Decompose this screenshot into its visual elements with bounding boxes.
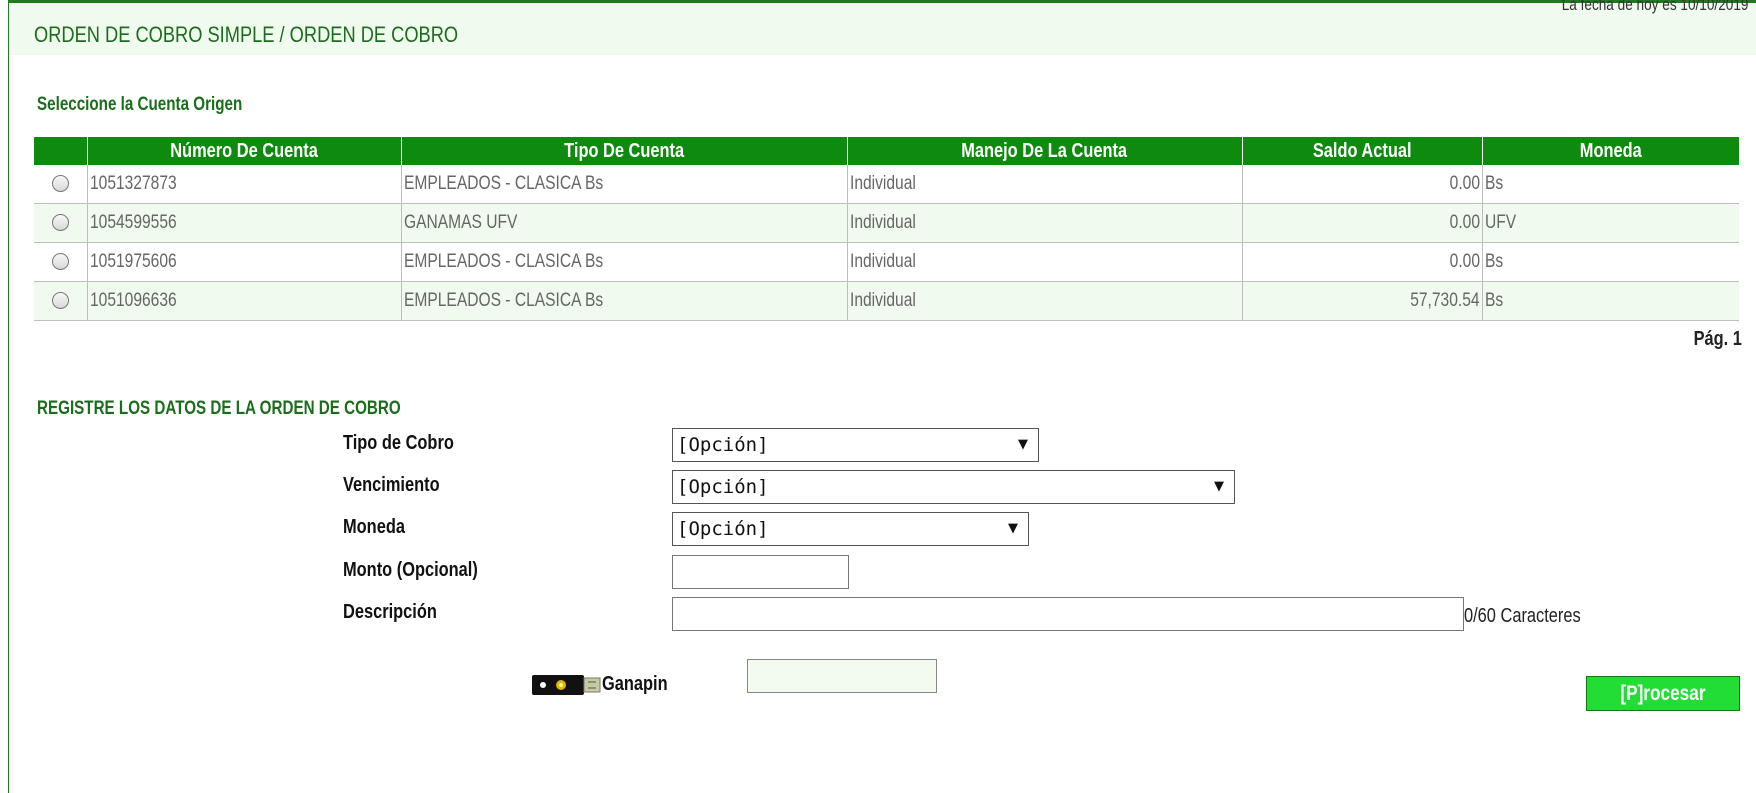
moneda-value: [Opción]: [677, 518, 769, 540]
moneda-select[interactable]: [Opción] ▼: [672, 512, 1029, 546]
tipo-cobro-value: [Opción]: [677, 434, 769, 456]
cell-manejo: Individual: [849, 173, 916, 194]
cell-tipo: EMPLEADOS - CLASICA Bs: [403, 251, 603, 272]
table-row[interactable]: 1051327873 EMPLEADOS - CLASICA Bs Indivi…: [34, 165, 1739, 204]
cell-manejo: Individual: [849, 212, 916, 233]
dropdown-arrow-icon: ▼: [1018, 437, 1028, 452]
column-saldo-actual[interactable]: Saldo Actual: [1242, 137, 1483, 165]
procesar-button-label: [P]rocesar: [1620, 682, 1706, 705]
cell-moneda: Bs: [1484, 173, 1503, 194]
column-manejo-cuenta[interactable]: Manejo De La Cuenta: [847, 137, 1243, 165]
cell-moneda: Bs: [1484, 251, 1503, 272]
vencimiento-select[interactable]: [Opción] ▼: [672, 470, 1235, 504]
cell-numero: 1051975606: [89, 251, 177, 272]
table-header-row: Número De Cuenta Tipo De Cuenta Manejo D…: [34, 137, 1740, 165]
pagination-label: Pág. 1: [1693, 328, 1742, 350]
page-title: ORDEN DE COBRO SIMPLE / ORDEN DE COBRO: [34, 22, 459, 47]
dropdown-arrow-icon: ▼: [1008, 521, 1018, 536]
cell-saldo: 57,730.54: [1410, 290, 1480, 311]
cell-saldo: 0.00: [1449, 212, 1480, 233]
ganapin-label: Ganapin: [602, 673, 668, 695]
column-tipo-cuenta[interactable]: Tipo De Cuenta: [401, 137, 848, 165]
column-numero-cuenta[interactable]: Número De Cuenta: [87, 137, 402, 165]
accounts-table: Número De Cuenta Tipo De Cuenta Manejo D…: [34, 137, 1740, 321]
account-radio[interactable]: [51, 214, 69, 232]
cell-tipo: EMPLEADOS - CLASICA Bs: [403, 173, 603, 194]
ganapin-input[interactable]: [747, 659, 937, 693]
cell-saldo: 0.00: [1449, 173, 1480, 194]
procesar-button[interactable]: [P]rocesar: [1586, 676, 1740, 711]
descripcion-input[interactable]: [672, 597, 1464, 631]
cell-numero: 1054599556: [89, 212, 177, 233]
cell-moneda: Bs: [1484, 290, 1503, 311]
cell-saldo: 0.00: [1449, 251, 1480, 272]
table-row[interactable]: 1054599556 GANAMAS UFV Individual 0.00 U…: [34, 203, 1739, 243]
cell-numero: 1051096636: [89, 290, 177, 311]
account-radio[interactable]: [51, 175, 69, 193]
tipo-cobro-select[interactable]: [Opción] ▼: [672, 428, 1039, 462]
form-section-label: REGISTRE LOS DATOS DE LA ORDEN DE COBRO: [37, 398, 401, 419]
cell-tipo: GANAMAS UFV: [403, 212, 517, 233]
date-text: La fecha de hoy es 10/10/2019: [1561, 0, 1748, 14]
cell-manejo: Individual: [849, 290, 916, 311]
cell-moneda: UFV: [1484, 212, 1516, 233]
descripcion-char-counter: 0/60 Caracteres: [1464, 605, 1581, 627]
tipo-cobro-label: Tipo de Cobro: [343, 432, 454, 454]
descripcion-label: Descripción: [343, 601, 437, 623]
monto-label: Monto (Opcional): [343, 559, 478, 581]
cell-tipo: EMPLEADOS - CLASICA Bs: [403, 290, 603, 311]
monto-input[interactable]: [672, 555, 849, 589]
vencimiento-value: [Opción]: [677, 476, 769, 498]
column-moneda[interactable]: Moneda: [1482, 137, 1740, 165]
account-radio[interactable]: [51, 292, 69, 310]
column-select: [34, 137, 88, 165]
table-row[interactable]: 1051096636 EMPLEADOS - CLASICA Bs Indivi…: [34, 281, 1739, 321]
cell-manejo: Individual: [849, 251, 916, 272]
account-radio[interactable]: [51, 253, 69, 271]
usb-token-icon: [532, 675, 601, 695]
vencimiento-label: Vencimiento: [343, 474, 440, 496]
dropdown-arrow-icon: ▼: [1214, 479, 1224, 494]
table-row[interactable]: 1051975606 EMPLEADOS - CLASICA Bs Indivi…: [34, 242, 1739, 282]
select-account-label: Seleccione la Cuenta Origen: [37, 94, 243, 115]
cell-numero: 1051327873: [89, 173, 177, 194]
moneda-label: Moneda: [343, 516, 405, 538]
